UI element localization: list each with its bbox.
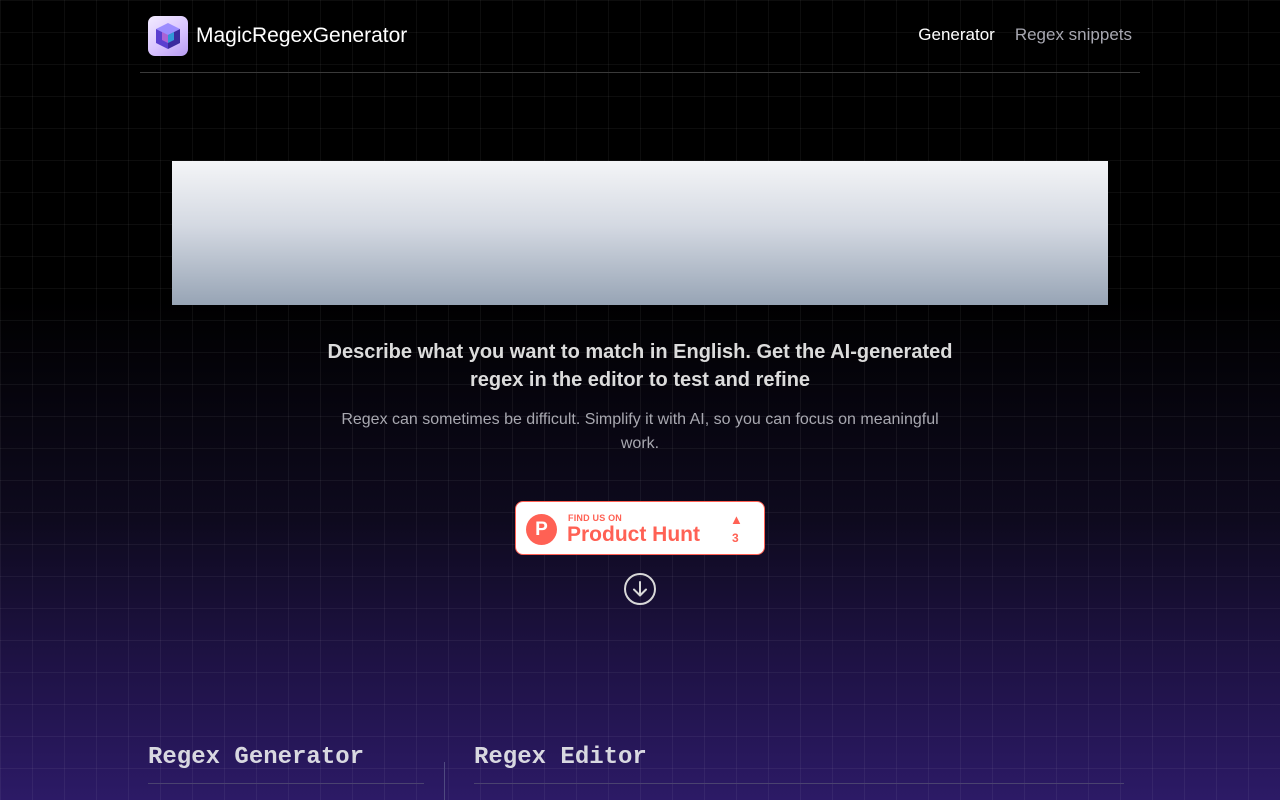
hero-title: Describe what you want to match in Engli… xyxy=(327,341,953,391)
brand-link[interactable]: MagicRegexGenerator xyxy=(148,16,407,56)
product-hunt-name: Product Hunt xyxy=(567,523,700,546)
product-hunt-small-text: FIND US ON xyxy=(568,513,623,523)
regex-editor-title: Regex Editor xyxy=(474,744,647,771)
arrow-down-circle-icon[interactable] xyxy=(623,572,657,606)
nav-generator[interactable]: Generator xyxy=(918,25,995,45)
product-hunt-badge[interactable]: P FIND US ON Product Hunt ▲ 3 xyxy=(515,501,765,555)
panel-divider[interactable] xyxy=(444,762,445,800)
brand-name: MagicRegexGenerator xyxy=(196,24,408,47)
hero-subtitle: Regex can sometimes be difficult. Simpli… xyxy=(341,411,939,452)
site-header: MagicRegexGenerator Generator Regex snip… xyxy=(140,0,1140,73)
upvote-arrow-icon: ▲ xyxy=(730,512,743,527)
cube-icon xyxy=(148,16,188,56)
nav-regex-snippets[interactable]: Regex snippets xyxy=(1015,25,1132,45)
banner-placeholder xyxy=(172,161,1108,305)
upvote-count: 3 xyxy=(732,531,739,545)
generator-divider xyxy=(148,783,424,784)
product-hunt-logo-icon: P xyxy=(526,514,557,545)
regex-generator-title: Regex Generator xyxy=(148,744,365,771)
main-nav: Generator Regex snippets xyxy=(918,25,1132,45)
editor-divider xyxy=(474,783,1124,784)
